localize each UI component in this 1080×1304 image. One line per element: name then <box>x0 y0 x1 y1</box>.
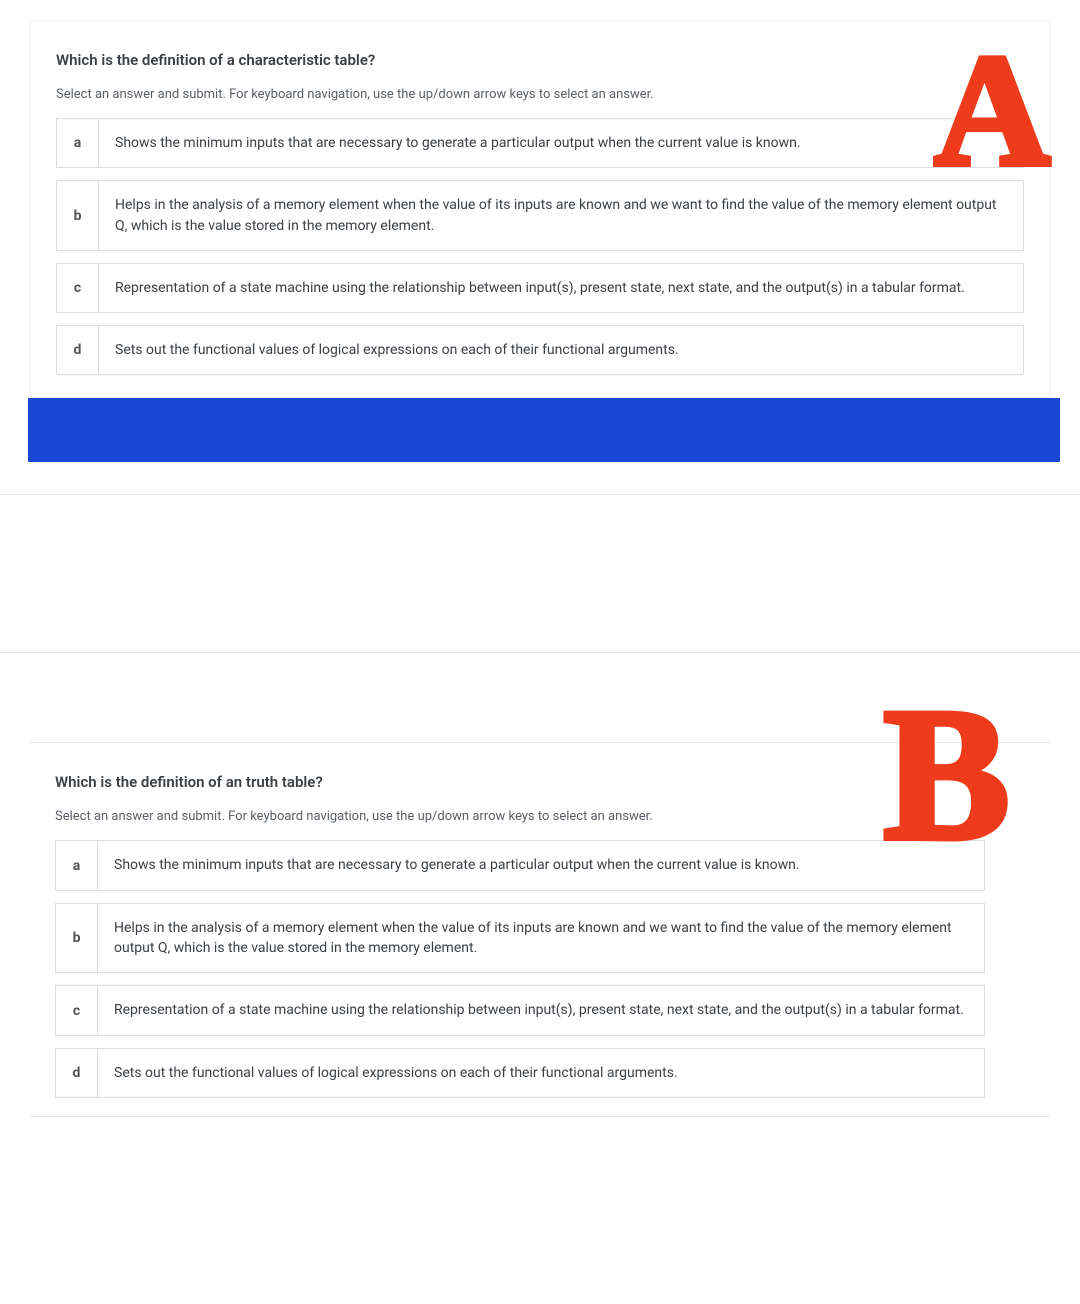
option-b[interactable]: b Helps in the analysis of a memory elem… <box>56 180 1024 251</box>
option-letter: a <box>56 841 98 889</box>
option-letter: d <box>57 326 99 374</box>
redaction-band <box>28 398 1060 462</box>
option-c[interactable]: c Representation of a state machine usin… <box>56 263 1024 313</box>
option-text: Sets out the functional values of logica… <box>98 1049 984 1097</box>
divider-line <box>0 652 1080 653</box>
option-d[interactable]: d Sets out the functional values of logi… <box>56 325 1024 375</box>
option-c[interactable]: c Representation of a state machine usin… <box>55 985 985 1035</box>
option-letter: d <box>56 1049 98 1097</box>
question-instruction: Select an answer and submit. For keyboar… <box>56 87 1024 102</box>
divider-line <box>0 494 1080 495</box>
option-text: Shows the minimum inputs that are necess… <box>99 119 1023 167</box>
option-d[interactable]: d Sets out the functional values of logi… <box>55 1048 985 1098</box>
option-text: Sets out the functional values of logica… <box>99 326 1023 374</box>
question-2-wrapper: Which is the definition of an truth tabl… <box>0 662 1080 1116</box>
option-b[interactable]: b Helps in the analysis of a memory elem… <box>55 903 985 974</box>
option-a[interactable]: a Shows the minimum inputs that are nece… <box>56 118 1024 168</box>
option-text: Helps in the analysis of a memory elemen… <box>99 181 1023 250</box>
option-letter: b <box>57 181 99 250</box>
option-letter: c <box>57 264 99 312</box>
option-letter: b <box>56 904 98 973</box>
question-title: Which is the definition of a characteris… <box>56 51 1024 69</box>
option-text: Representation of a state machine using … <box>98 986 984 1034</box>
option-letter: c <box>56 986 98 1034</box>
option-text: Shows the minimum inputs that are necess… <box>98 841 984 889</box>
question-instruction: Select an answer and submit. For keyboar… <box>55 809 1025 824</box>
option-text: Helps in the analysis of a memory elemen… <box>98 904 984 973</box>
option-text: Representation of a state machine using … <box>99 264 1023 312</box>
question-card-2: Which is the definition of an truth tabl… <box>30 742 1050 1116</box>
option-a[interactable]: a Shows the minimum inputs that are nece… <box>55 840 985 890</box>
gap-section <box>0 462 1080 662</box>
question-title: Which is the definition of an truth tabl… <box>55 773 1025 791</box>
question-card-1: Which is the definition of a characteris… <box>30 20 1050 398</box>
option-letter: a <box>57 119 99 167</box>
